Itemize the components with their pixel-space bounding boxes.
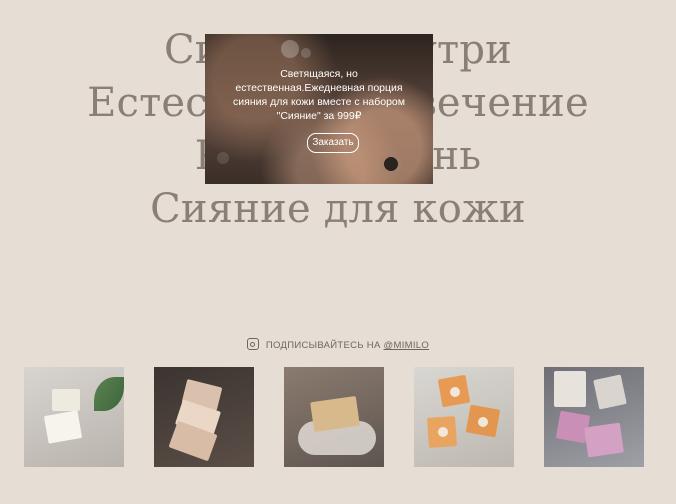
label-dot [438,427,448,437]
instagram-prefix: ПОДПИСЫВАЙТЕСЬ НА [265,340,381,351]
background-title-line-4: Сияние для кожи [150,186,526,232]
soap-bar [593,374,627,410]
bokeh-light [281,40,299,58]
promo-modal: Светящаяся, но естественная.Ежедневная п… [205,34,433,184]
instagram-follow: ПОДПИСЫВАЙТЕСЬ НА @MIMILO [0,338,676,351]
gallery-photo-4[interactable] [414,367,514,467]
soap-bar [584,422,624,458]
gallery-photo-5[interactable] [544,367,644,467]
label-dot [450,387,460,397]
soap-bar [52,389,80,411]
instagram-handle-link[interactable]: @MIMILO [384,340,430,351]
bokeh-light [301,48,311,58]
gallery-photo-1[interactable] [24,367,124,467]
order-button[interactable]: Заказать [307,133,359,153]
label-dot [478,417,488,427]
promo-text: Светящаяся, но естественная.Ежедневная п… [233,68,405,122]
gallery-photo-2[interactable] [154,367,254,467]
leaf-decoration [94,377,124,411]
soap-bar [43,410,83,444]
portrait-eye [373,156,409,172]
soap-bar [310,395,360,433]
bokeh-light [217,152,229,164]
gallery-photo-3[interactable] [284,367,384,467]
instagram-icon [246,338,259,350]
soap-bar [554,371,586,407]
